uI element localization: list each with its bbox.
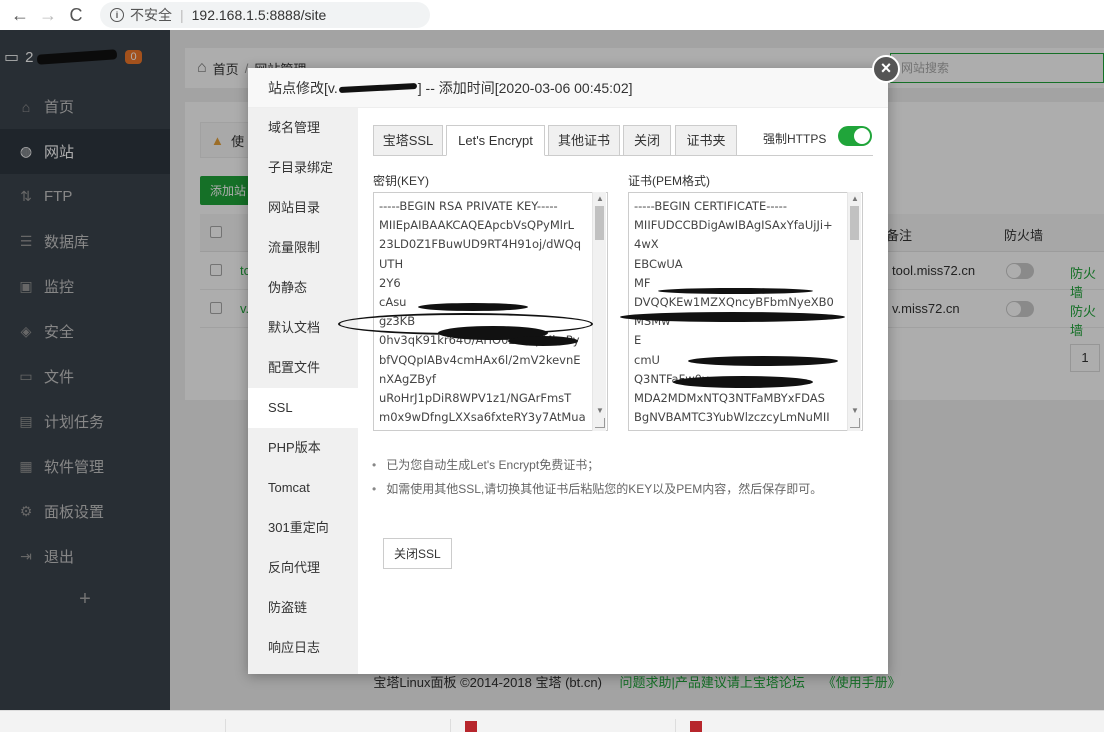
redaction-mark — [338, 82, 417, 93]
key-textarea[interactable]: -----BEGIN RSA PRIVATE KEY----- MIIEpAIB… — [373, 192, 608, 431]
force-https-label: 强制HTTPS — [763, 132, 827, 146]
insecure-label: 不安全 — [130, 7, 172, 23]
scroll-up-icon[interactable]: ▲ — [596, 194, 604, 203]
app-icon — [465, 721, 477, 732]
modal-menu-item[interactable]: PHP版本 — [248, 428, 358, 468]
taskbar — [0, 710, 1104, 732]
redaction-scribble — [418, 303, 528, 311]
modal-menu-item[interactable]: Tomcat — [248, 468, 358, 508]
address-bar[interactable]: i 不安全 | 192.168.1.5:8888/site — [100, 2, 430, 28]
ssl-notes: 已为您自动生成Let's Encrypt免费证书； 如需使用其他SSL,请切换其… — [372, 453, 822, 501]
scroll-down-icon[interactable]: ▼ — [596, 406, 604, 415]
modal-menu-item[interactable]: 反向代理 — [248, 548, 358, 588]
back-button[interactable]: ← — [6, 2, 34, 28]
force-https-switch[interactable] — [838, 126, 872, 146]
taskbar-item[interactable] — [675, 719, 885, 732]
key-scrollbar[interactable]: ▲ ▼ — [592, 192, 606, 431]
reload-button[interactable]: C — [62, 2, 90, 28]
modal-menu-item[interactable]: 伪静态 — [248, 268, 358, 308]
note-item: 如需使用其他SSL,请切换其他证书后粘贴您的KEY以及PEM内容，然后保存即可。 — [372, 477, 822, 501]
modal-menu-item[interactable]: 配置文件 — [248, 348, 358, 388]
taskbar-item[interactable] — [450, 719, 660, 732]
key-label: 密钥(KEY) — [373, 174, 430, 188]
tab-bt-ssl[interactable]: 宝塔SSL — [373, 125, 443, 156]
tab-cert-folder[interactable]: 证书夹 — [675, 125, 737, 156]
scroll-thumb[interactable] — [850, 206, 859, 240]
taskbar-item[interactable] — [225, 719, 435, 732]
taskbar-item[interactable] — [10, 719, 220, 732]
modal-menu-item[interactable]: 301重定向 — [248, 508, 358, 548]
redaction-scribble — [658, 288, 813, 294]
scroll-thumb[interactable] — [595, 206, 604, 240]
info-icon[interactable]: i — [110, 8, 124, 22]
modal-menu-item[interactable]: 响应日志 — [248, 628, 358, 668]
scroll-up-icon[interactable]: ▲ — [851, 194, 859, 203]
forward-button[interactable]: → — [34, 2, 62, 28]
modal-menu-item[interactable]: SSL — [248, 388, 358, 428]
redaction-scribble — [673, 376, 813, 388]
redaction-scribble — [508, 336, 578, 346]
app-icon — [690, 721, 702, 732]
note-item: 已为您自动生成Let's Encrypt免费证书； — [372, 453, 822, 477]
modal-menu-item[interactable]: 防盗链 — [248, 588, 358, 628]
modal-menu-item[interactable]: 默认文档 — [248, 308, 358, 348]
modal-menu-item[interactable]: 子目录绑定 — [248, 148, 358, 188]
close-icon[interactable]: × — [872, 55, 900, 83]
url-text[interactable]: 192.168.1.5:8888/site — [192, 7, 327, 23]
resize-grip-icon[interactable] — [595, 418, 605, 428]
tab-other-cert[interactable]: 其他证书 — [548, 125, 620, 156]
cert-scrollbar[interactable]: ▲ ▼ — [847, 192, 861, 431]
modal-title-suffix: ] -- 添加时间[2020-03-06 00:45:02] — [417, 79, 633, 96]
modal-title: 站点修改[v. ] -- 添加时间[2020-03-06 00:45:02] — [248, 68, 888, 108]
browser-toolbar: ← → C i 不安全 | 192.168.1.5:8888/site — [0, 0, 1104, 30]
modal-menu-item[interactable]: 域名管理 — [248, 108, 358, 148]
modal-menu-item[interactable]: 流量限制 — [248, 228, 358, 268]
modal-menu: 域名管理 子目录绑定 网站目录 流量限制 伪静态 默认文档 配置文件 SSL PHP版本 Tomc… — [248, 108, 358, 674]
scroll-down-icon[interactable]: ▼ — [851, 406, 859, 415]
address-separator: | — [180, 7, 184, 23]
tab-close[interactable]: 关闭 — [623, 125, 671, 156]
ssl-panel: 宝塔SSL Let's Encrypt 其他证书 关闭 证书夹 强制HTTPS … — [338, 108, 888, 674]
resize-grip-icon[interactable] — [850, 418, 860, 428]
tab-lets-encrypt[interactable]: Let's Encrypt — [446, 125, 545, 156]
site-edit-modal: 站点修改[v. ] -- 添加时间[2020-03-06 00:45:02] 域名… — [248, 68, 888, 674]
redaction-scribble — [620, 312, 845, 322]
redaction-scribble — [688, 356, 838, 366]
modal-menu-item[interactable]: 网站目录 — [248, 188, 358, 228]
cert-label: 证书(PEM格式) — [628, 174, 710, 188]
modal-title-prefix: 站点修改[v. — [268, 79, 338, 96]
close-ssl-button[interactable]: 关闭SSL — [383, 538, 452, 569]
